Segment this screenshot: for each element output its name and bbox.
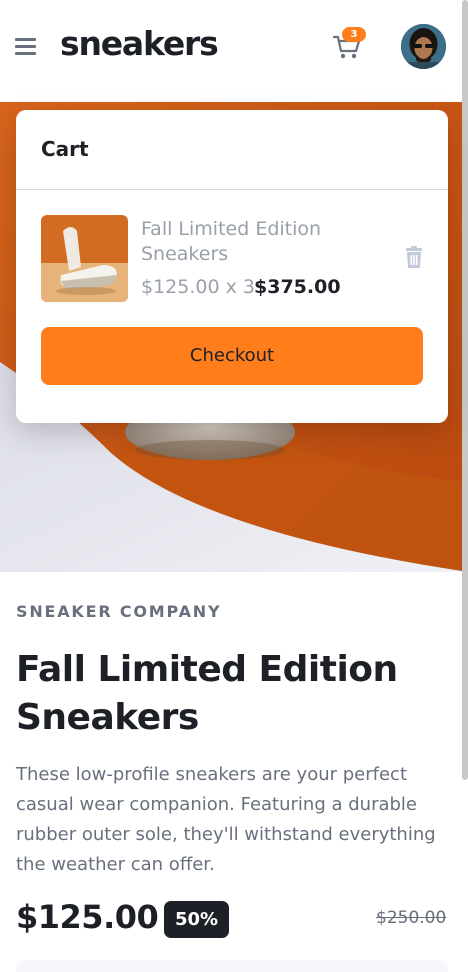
cart-item-name: Fall Limited Edition Sneakers <box>141 218 322 265</box>
quantity-selector[interactable] <box>16 960 448 972</box>
logo[interactable]: sneakers <box>60 24 219 63</box>
product-description: These low-profile sneakers are your perf… <box>16 764 436 875</box>
cart-item-price-qty: $125.00 x 3 <box>141 276 255 298</box>
checkout-button[interactable]: Checkout <box>41 327 423 385</box>
trash-icon[interactable] <box>405 246 423 268</box>
cart-title: Cart <box>41 137 89 161</box>
discount-badge: 50% <box>164 901 229 938</box>
original-price: $250.00 <box>376 908 447 928</box>
site-header: sneakers 3 <box>0 0 468 100</box>
cart-item-total: $375.00 <box>254 276 341 298</box>
product-title: Fall Limited Edition Sneakers <box>16 649 398 738</box>
divider <box>16 189 448 190</box>
menu-icon[interactable] <box>15 38 37 56</box>
cart-count-badge: 3 <box>342 27 366 42</box>
scrollbar[interactable] <box>462 0 468 780</box>
current-price: $125.00 <box>16 898 159 936</box>
cart-dropdown: Cart Fall Limited Edition Sneakers $125.… <box>16 110 448 423</box>
avatar[interactable] <box>401 24 446 69</box>
company-label: SNEAKER COMPANY <box>16 602 222 621</box>
cart-item-thumbnail <box>41 215 128 302</box>
